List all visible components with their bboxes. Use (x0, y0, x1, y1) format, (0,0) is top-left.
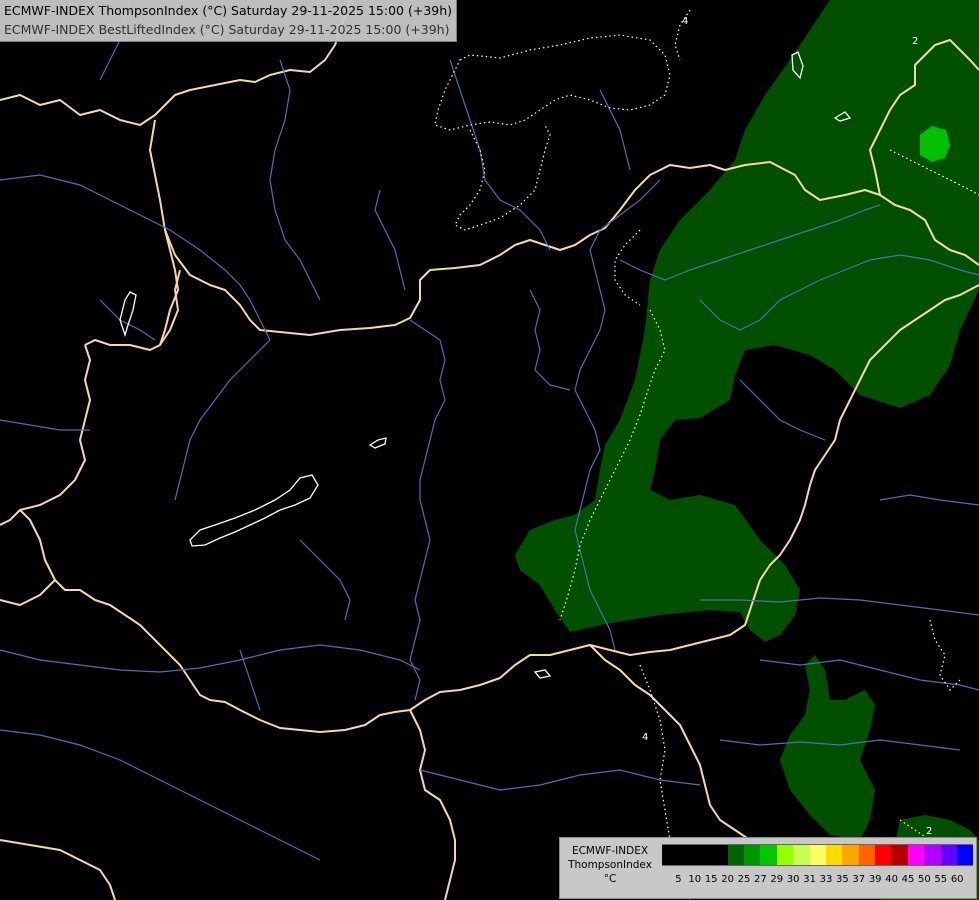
river-2 (174, 339, 271, 501)
legend-tick: 30 (786, 874, 800, 885)
border-southwest-2 (0, 579, 56, 606)
river-9 (0, 644, 421, 673)
legend-tick: 10 (688, 874, 702, 885)
contour-2 (454, 124, 551, 231)
legend-label: ECMWF-INDEX ThompsonIndex °C (562, 844, 658, 886)
river-1 (0, 174, 271, 341)
legend-swatch (825, 844, 843, 866)
legend-swatch (957, 844, 974, 866)
legend-swatch (891, 844, 908, 866)
legend-swatch (793, 844, 810, 866)
thompson-index-title: ECMWF-INDEX ThompsonIndex (°C) Saturday … (4, 3, 453, 18)
legend-tick: 29 (770, 874, 784, 885)
legend-swatch (727, 844, 744, 866)
river-10 (239, 649, 261, 711)
thompson-index-fill (515, 0, 979, 900)
lake-balaton (189, 474, 319, 547)
contour-label-2: 4 (682, 16, 688, 27)
river-5 (449, 59, 551, 251)
legend-tick: 55 (934, 874, 948, 885)
legend-tick: 35 (836, 874, 849, 885)
river-19 (0, 419, 90, 431)
legend-tick: 20 (721, 874, 734, 885)
map-canvas: 2 4 2 4 (0, 0, 979, 900)
weather-map: 2 4 2 4 ECMWF-INDEX ThompsonIndex (°C) S… (0, 0, 979, 900)
legend-tick: 60 (950, 874, 964, 885)
legend-swatch (743, 844, 761, 866)
legend-swatch (875, 844, 892, 866)
legend-swatch (776, 844, 794, 866)
river-17 (739, 379, 826, 441)
legend-tick: 27 (754, 874, 767, 885)
legend-tick: 40 (885, 874, 898, 885)
legend-tick: 50 (918, 874, 931, 885)
legend-swatch (678, 844, 695, 866)
river-4 (374, 189, 406, 291)
legend-tick: 15 (704, 874, 718, 885)
legend-swatch (924, 844, 941, 866)
legend-swatch (760, 844, 777, 866)
legend-tick: 5 (675, 874, 682, 885)
legend-swatch (940, 844, 958, 866)
contour-label-1: 2 (912, 36, 918, 47)
river-20 (299, 539, 351, 621)
legend-swatches (662, 844, 974, 866)
map-title-box: ECMWF-INDEX ThompsonIndex (°C) Saturday … (0, 0, 458, 42)
contour-7 (929, 619, 961, 691)
border-south-3 (0, 839, 116, 900)
legend-title: ECMWF-INDEX (571, 845, 649, 857)
color-legend: ECMWF-INDEX ThompsonIndex °C 5 10 15 20 25 27… (559, 837, 977, 899)
lake-small-1 (368, 437, 387, 449)
legend-swatch (694, 844, 712, 866)
contour-label-3: 2 (926, 826, 932, 837)
lake-small-2 (119, 291, 137, 338)
river-22 (599, 89, 631, 171)
legend-swatch (907, 844, 925, 866)
green-area-northeast (515, 0, 979, 642)
river-15 (0, 729, 321, 861)
legend-swatch (662, 844, 679, 866)
legend-swatch (809, 844, 826, 866)
river-11 (419, 769, 701, 791)
border-south-1 (409, 709, 456, 900)
legend-tick: 33 (819, 874, 833, 885)
legend-swatch (711, 844, 728, 866)
river-13 (759, 659, 979, 691)
river-danube (409, 319, 446, 701)
legend-unit: °C (603, 873, 617, 885)
river-18 (99, 299, 156, 341)
river-6 (529, 289, 571, 391)
legend-tick: 25 (737, 874, 751, 885)
lake-small-5 (533, 669, 552, 679)
river-3 (269, 59, 321, 301)
legend-swatch (842, 844, 859, 866)
border-west-2 (0, 344, 91, 526)
border-south-2 (589, 644, 751, 841)
legend-tick: 45 (901, 874, 915, 885)
legend-tick: 39 (868, 874, 882, 885)
legend-ticks: 5 10 15 20 25 27 29 30 31 33 35 37 39 40 45 50 55 60 (662, 874, 972, 888)
legend-tick: 31 (803, 874, 816, 885)
contour-label-4: 4 (642, 732, 648, 743)
legend-tick: 37 (852, 874, 866, 885)
river-16 (879, 494, 979, 506)
lifted-index-title: ECMWF-INDEX BestLiftedIndex (°C) Saturda… (4, 22, 450, 37)
green-area-southeast (780, 655, 875, 840)
contour-1 (434, 34, 671, 131)
legend-swatch (858, 844, 876, 866)
legend-subtitle: ThompsonIndex (568, 859, 652, 871)
